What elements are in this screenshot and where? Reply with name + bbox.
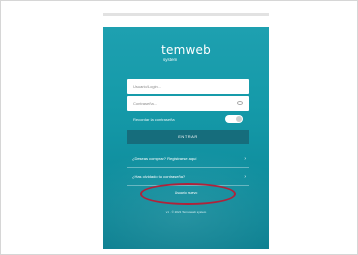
app-logo: temweb system bbox=[103, 43, 269, 63]
remember-label: Recordar la contraseña bbox=[133, 117, 175, 122]
forgot-password-link[interactable]: ¿Has olvidado tu contraseña? › bbox=[127, 173, 249, 181]
footer-text: v1 · © 2021 Termoweb system bbox=[165, 210, 207, 214]
brand-name: temweb bbox=[103, 43, 269, 57]
login-screen: temweb system Usuario/Login... Contraseñ… bbox=[103, 27, 269, 249]
password-input[interactable]: Contraseña... bbox=[127, 96, 249, 111]
top-bar bbox=[103, 13, 269, 16]
brand-text: temweb bbox=[161, 43, 211, 57]
forgot-password-label: ¿Has olvidado tu contraseña? bbox=[132, 174, 186, 179]
chevron-right-icon: › bbox=[244, 156, 246, 162]
register-link[interactable]: ¿Deseas comprar? Registrarse aquí › bbox=[127, 155, 249, 163]
eye-icon[interactable] bbox=[237, 101, 243, 105]
password-placeholder: Contraseña... bbox=[133, 101, 158, 106]
remember-toggle[interactable] bbox=[225, 115, 243, 123]
divider bbox=[127, 167, 249, 168]
username-placeholder: Usuario/Login... bbox=[133, 84, 162, 89]
register-link-label: ¿Deseas comprar? Registrarse aquí bbox=[132, 156, 197, 161]
highlight-ellipse bbox=[140, 183, 236, 205]
username-input[interactable]: Usuario/Login... bbox=[127, 79, 249, 94]
login-button[interactable]: ENTRAR bbox=[127, 130, 249, 144]
toggle-knob bbox=[236, 116, 242, 122]
brand-subtitle: system bbox=[163, 57, 178, 62]
chevron-right-icon: › bbox=[244, 174, 246, 180]
